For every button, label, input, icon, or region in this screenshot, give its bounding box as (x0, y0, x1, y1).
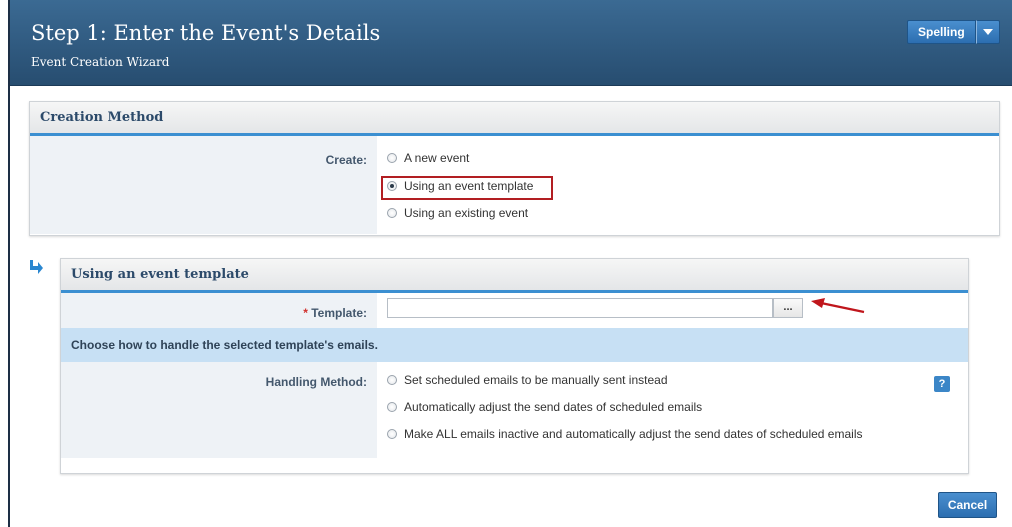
radio-option-auto-adjust[interactable]: Automatically adjust the send dates of s… (377, 396, 968, 418)
pointer-arrow-annotation (811, 298, 865, 314)
radio-button-selected[interactable] (387, 181, 397, 191)
radio-option-existing-event[interactable]: Using an existing event (377, 202, 999, 224)
cancel-button[interactable]: Cancel (938, 492, 997, 518)
radio-label: Make ALL emails inactive and automatical… (404, 427, 863, 441)
spelling-dropdown-toggle[interactable] (975, 20, 1000, 44)
handling-method-row: Handling Method: Set scheduled emails to… (61, 362, 968, 458)
radio-label: Using an existing event (404, 206, 529, 220)
handling-method-label: Handling Method: (61, 362, 377, 458)
template-row: * Template: ... (61, 293, 968, 328)
create-label-text: Create: (325, 153, 367, 167)
radio-option-event-template[interactable]: Using an event template (377, 175, 999, 200)
radio-label: Set scheduled emails to be manually sent… (404, 373, 668, 387)
template-label: * Template: (61, 293, 377, 328)
template-label-text: Template: (311, 306, 367, 320)
radio-button[interactable] (387, 153, 397, 163)
template-info-bar: Choose how to handle the selected templa… (61, 328, 968, 362)
radio-option-new-event[interactable]: A new event (377, 147, 999, 169)
create-row: Create: A new event Using an event templ… (30, 136, 999, 234)
creation-method-panel: Creation Method Create: A new event Usin… (29, 101, 1000, 236)
template-field-cell: ... (377, 293, 968, 328)
browse-template-button[interactable]: ... (773, 298, 803, 318)
handling-options: Set scheduled emails to be manually sent… (377, 362, 968, 458)
template-panel: Using an event template * Template: ... … (60, 258, 969, 474)
highlight-annotation (381, 176, 553, 200)
required-marker: * (303, 306, 308, 320)
page-subtitle: Event Creation Wizard (31, 55, 170, 69)
chevron-down-icon (982, 29, 993, 35)
radio-label: A new event (404, 151, 470, 165)
radio-option-manual-send[interactable]: Set scheduled emails to be manually sent… (377, 369, 968, 391)
create-options: A new event Using an event template Usin… (377, 136, 999, 234)
radio-button[interactable] (387, 375, 397, 385)
page-title: Step 1: Enter the Event's Details (31, 21, 381, 45)
spelling-button[interactable]: Spelling (907, 20, 976, 44)
page-header: Step 1: Enter the Event's Details Event … (10, 0, 1012, 86)
creation-method-heading: Creation Method (30, 102, 999, 136)
radio-option-inactive-adjust[interactable]: Make ALL emails inactive and automatical… (377, 423, 968, 445)
radio-label: Automatically adjust the send dates of s… (404, 400, 703, 414)
help-icon[interactable]: ? (934, 376, 950, 392)
radio-button[interactable] (387, 402, 397, 412)
create-label: Create: (30, 136, 377, 234)
radio-button[interactable] (387, 208, 397, 218)
handling-method-label-text: Handling Method: (265, 375, 367, 389)
subsection-arrow-icon (30, 260, 43, 274)
template-input[interactable] (387, 298, 773, 318)
radio-button[interactable] (387, 429, 397, 439)
spelling-button-group: Spelling (907, 20, 1000, 44)
window-edge (0, 0, 10, 527)
template-panel-heading: Using an event template (61, 259, 968, 293)
